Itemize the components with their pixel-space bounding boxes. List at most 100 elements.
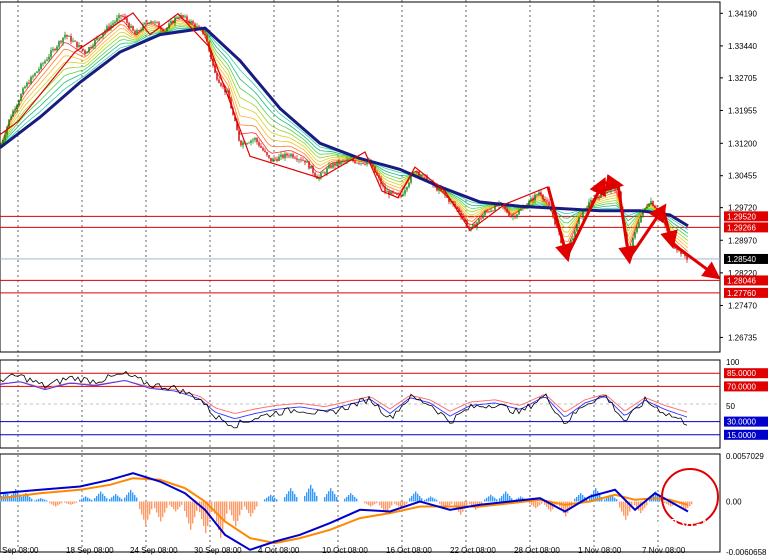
candle-body <box>512 216 514 218</box>
macd-histogram-bar <box>370 501 372 507</box>
candle-body <box>260 146 262 148</box>
candle-body <box>632 237 634 248</box>
macd-histogram-bar <box>237 501 239 521</box>
candle-body <box>630 247 632 252</box>
candle-body <box>480 218 482 220</box>
macd-histogram-bar <box>246 501 248 510</box>
candle-body <box>256 138 258 143</box>
macd-histogram-bar <box>290 488 292 502</box>
candle-body <box>262 147 264 151</box>
candle-body <box>400 195 402 197</box>
candle-body <box>640 215 642 223</box>
macd-histogram-bar <box>537 501 539 507</box>
macd-histogram-bar <box>539 501 541 506</box>
candle-body <box>274 158 276 160</box>
macd-histogram-bar <box>496 499 498 502</box>
price-tick-label: 1.31955 <box>728 106 757 115</box>
osc-level-label: 15.0000 <box>727 431 756 440</box>
macd-histogram-bar <box>149 501 151 515</box>
price-tick-label: 1.27470 <box>728 301 757 310</box>
macd-histogram-bar <box>304 495 306 502</box>
time-tick-label: Sep 08:00 <box>2 546 39 555</box>
macd-histogram-bar <box>192 501 194 524</box>
macd-histogram-bar <box>348 495 350 502</box>
candle-body <box>324 172 326 174</box>
panel-frame-1 <box>0 1 721 353</box>
macd-histogram-bar <box>70 501 72 505</box>
macd-histogram-bar <box>145 501 147 525</box>
candle-body <box>280 154 282 157</box>
macd-histogram-bar <box>306 492 308 502</box>
candle-body <box>332 163 334 168</box>
candle-body <box>20 94 22 101</box>
macd-histogram-bar <box>186 501 188 518</box>
macd-histogram-bar <box>535 501 537 509</box>
candle-body <box>538 192 540 195</box>
candle-body <box>292 154 294 158</box>
macd-histogram-bar <box>113 495 115 502</box>
time-tick-label: 16 Oct 08:00 <box>386 546 432 555</box>
time-tick-label: 4 Oct 08:00 <box>258 546 300 555</box>
macd-histogram-bar <box>132 492 134 502</box>
candle-body <box>86 51 88 54</box>
macd-histogram-bar <box>248 501 250 514</box>
candle-body <box>364 163 366 165</box>
level-label: 1.29266 <box>727 223 756 232</box>
macd-histogram-bar <box>505 491 507 502</box>
candle-body <box>492 210 494 212</box>
macd-histogram-bar <box>229 501 231 510</box>
candle-body <box>394 193 396 194</box>
candle-body <box>286 153 288 156</box>
candle-body <box>214 65 216 73</box>
candle-body <box>268 155 270 158</box>
macd-histogram-bar <box>352 495 354 502</box>
candle-body <box>188 20 190 23</box>
watermark: @TVGM <box>656 516 715 533</box>
macd-histogram-bar <box>190 501 192 530</box>
macd-histogram-bar <box>276 499 278 502</box>
macd-histogram-bar <box>312 488 314 502</box>
candle-body <box>90 47 92 48</box>
macd-histogram-bar <box>44 499 46 502</box>
candle-body <box>534 194 536 201</box>
macd-histogram-bar <box>366 501 368 505</box>
candle-body <box>590 200 592 202</box>
candle-body <box>516 214 518 218</box>
candle-body <box>70 36 72 42</box>
price-tick-label: 1.33440 <box>728 42 757 51</box>
candle-body <box>490 210 492 212</box>
candle-body <box>532 198 534 201</box>
candle-body <box>614 186 616 190</box>
candle-body <box>600 191 602 198</box>
time-tick-label: 24 Sep 08:00 <box>130 546 178 555</box>
macd-histogram-bar <box>507 493 509 502</box>
macd-histogram-bar <box>623 501 625 516</box>
macd-histogram-bar <box>111 497 113 502</box>
candle-body <box>220 83 222 86</box>
candle-body <box>356 162 358 164</box>
candle-body <box>32 75 34 77</box>
candle-body <box>242 142 244 146</box>
candle-body <box>154 21 156 23</box>
candle-body <box>606 191 608 194</box>
candle-body <box>638 222 640 228</box>
candle-body <box>252 139 254 141</box>
macd-histogram-bar <box>614 497 616 502</box>
time-tick-label: 18 Sep 08:00 <box>66 546 114 555</box>
macd-histogram-bar <box>332 491 334 502</box>
watermark-text: @TVGM <box>656 516 715 533</box>
level-label: 1.28046 <box>727 276 756 285</box>
candle-body <box>406 187 408 191</box>
macd-histogram-bar <box>383 501 385 511</box>
price-tick-label: 1.26735 <box>728 333 757 342</box>
candle-body <box>386 190 388 192</box>
macd-histogram-bar <box>57 501 59 506</box>
candle-body <box>296 158 298 160</box>
candle-body <box>402 194 404 196</box>
candle-body <box>156 21 158 23</box>
macd-histogram-bar <box>376 501 378 504</box>
macd-histogram-bar <box>51 501 53 505</box>
candle-body <box>194 23 196 28</box>
candle-body <box>384 186 386 192</box>
macd-histogram-bar <box>372 501 374 506</box>
